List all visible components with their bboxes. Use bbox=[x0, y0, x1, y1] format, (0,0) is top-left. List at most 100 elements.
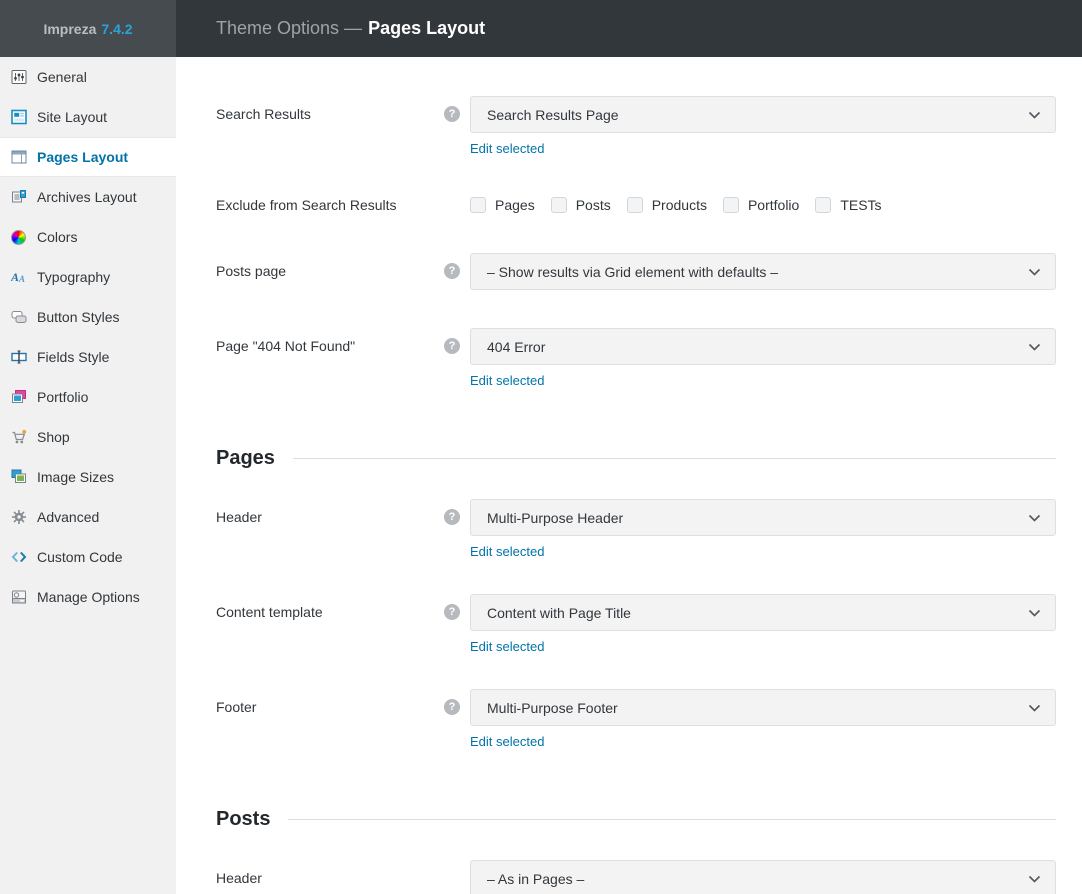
edit-selected-link[interactable]: Edit selected bbox=[470, 141, 544, 156]
exclude-tests-option: TESTs bbox=[815, 197, 882, 213]
typography-icon: AA bbox=[10, 269, 27, 286]
field-row-content-template: Content template ? Content with Page Tit… bbox=[216, 594, 1056, 656]
posts-header-select[interactable]: – As in Pages – bbox=[470, 860, 1056, 894]
exclude-pages-option: Pages bbox=[470, 197, 535, 213]
exclude-tests-checkbox[interactable] bbox=[815, 197, 832, 213]
edit-selected-link[interactable]: Edit selected bbox=[470, 639, 544, 654]
sidebar-item-label: Site Layout bbox=[37, 109, 108, 125]
search-results-select[interactable]: Search Results Page bbox=[470, 96, 1056, 133]
sidebar-item-fields-style[interactable]: Fields Style bbox=[0, 337, 176, 377]
sidebar-item-label: Portfolio bbox=[37, 389, 89, 405]
section-title: Posts bbox=[216, 808, 271, 830]
field-label: Content template bbox=[216, 604, 323, 620]
sidebar-item-manage-options[interactable]: Manage Options bbox=[0, 577, 176, 617]
exclude-pages-checkbox[interactable] bbox=[470, 197, 486, 213]
section-divider bbox=[288, 818, 1056, 820]
field-row-pages-header: Header ? Multi-Purpose Header Edit selec… bbox=[216, 499, 1056, 561]
cart-icon bbox=[10, 429, 27, 446]
sidebar-item-site-layout[interactable]: Site Layout bbox=[0, 97, 176, 137]
chevron-down-icon bbox=[1028, 875, 1041, 883]
sidebar-item-button-styles[interactable]: Button Styles bbox=[0, 297, 176, 337]
select-value: Search Results Page bbox=[487, 106, 619, 123]
checkbox-label: Products bbox=[651, 197, 707, 213]
help-icon[interactable]: ? bbox=[444, 263, 460, 279]
checkbox-label: TESTs bbox=[840, 197, 882, 213]
sidebar-item-shop[interactable]: Shop bbox=[0, 417, 176, 457]
select-value: Multi-Purpose Header bbox=[487, 509, 624, 526]
select-value: Content with Page Title bbox=[487, 604, 631, 621]
select-value: 404 Error bbox=[487, 338, 546, 355]
exclude-posts-checkbox[interactable] bbox=[550, 197, 567, 213]
sidebar-item-typography[interactable]: AA Typography bbox=[0, 257, 176, 297]
archives-layout-icon bbox=[10, 189, 27, 206]
edit-selected-link[interactable]: Edit selected bbox=[470, 544, 544, 559]
exclude-checkbox-group: Pages Posts Products Portfolio TESTs bbox=[470, 191, 1056, 219]
posts-page-select[interactable]: – Show results via Grid element with def… bbox=[470, 253, 1056, 290]
sidebar: Impreza 7.4.2 General Site Layout Pages … bbox=[0, 0, 176, 894]
sidebar-item-custom-code[interactable]: Custom Code bbox=[0, 537, 176, 577]
help-icon[interactable]: ? bbox=[444, 338, 460, 354]
sidebar-item-label: Manage Options bbox=[37, 589, 140, 605]
page-404-select[interactable]: 404 Error bbox=[470, 328, 1056, 365]
sidebar-item-pages-layout[interactable]: Pages Layout bbox=[0, 137, 176, 177]
field-row-posts-page: Posts page ? – Show results via Grid ele… bbox=[216, 253, 1056, 290]
code-icon bbox=[10, 549, 27, 566]
svg-text:A: A bbox=[11, 270, 19, 284]
sidebar-item-image-sizes[interactable]: Image Sizes bbox=[0, 457, 176, 497]
site-layout-icon bbox=[10, 109, 27, 126]
checkbox-label: Posts bbox=[575, 197, 611, 213]
checkbox-label: Portfolio bbox=[747, 197, 800, 213]
theme-options-window: Impreza 7.4.2 General Site Layout Pages … bbox=[0, 0, 1082, 894]
exclude-products-checkbox[interactable] bbox=[626, 197, 643, 213]
sidebar-item-label: Image Sizes bbox=[37, 469, 115, 485]
chevron-down-icon bbox=[1028, 111, 1041, 119]
field-label: Search Results bbox=[216, 106, 311, 122]
page-title-prefix: Theme Options — bbox=[216, 18, 363, 38]
field-label: Posts page bbox=[216, 263, 287, 279]
edit-selected-link[interactable]: Edit selected bbox=[470, 373, 544, 388]
settings-panel: Search Results ? Search Results Page Edi… bbox=[176, 57, 1082, 894]
section-title: Pages bbox=[216, 447, 275, 469]
select-value: Multi-Purpose Footer bbox=[487, 699, 618, 716]
content-template-select[interactable]: Content with Page Title bbox=[470, 594, 1056, 631]
edit-selected-link[interactable]: Edit selected bbox=[470, 734, 544, 749]
sidebar-item-archives-layout[interactable]: Archives Layout bbox=[0, 177, 176, 217]
help-icon[interactable]: ? bbox=[444, 699, 460, 715]
button-styles-icon bbox=[10, 309, 27, 326]
field-row-pages-footer: Footer ? Multi-Purpose Footer Edit selec… bbox=[216, 689, 1056, 751]
field-row-page-404: Page "404 Not Found" ? 404 Error Edit se… bbox=[216, 328, 1056, 390]
field-row-search-results: Search Results ? Search Results Page Edi… bbox=[216, 96, 1056, 158]
page-title-current: Pages Layout bbox=[368, 18, 486, 38]
sidebar-item-label: Advanced bbox=[37, 509, 100, 525]
chevron-down-icon bbox=[1028, 514, 1041, 522]
select-value: – Show results via Grid element with def… bbox=[487, 263, 779, 280]
select-value: – As in Pages – bbox=[487, 870, 585, 887]
sidebar-item-general[interactable]: General bbox=[0, 57, 176, 97]
sidebar-item-label: Shop bbox=[37, 429, 70, 445]
exclude-portfolio-checkbox[interactable] bbox=[722, 197, 739, 213]
sidebar-item-label: Colors bbox=[37, 229, 78, 245]
page-title: Theme Options — Pages Layout bbox=[216, 18, 485, 39]
field-row-exclude-search: Exclude from Search Results Pages Posts bbox=[216, 191, 1056, 219]
field-row-posts-header: Header – As in Pages – bbox=[216, 860, 1056, 894]
section-heading-pages: Pages bbox=[216, 446, 1056, 470]
pages-footer-select[interactable]: Multi-Purpose Footer bbox=[470, 689, 1056, 726]
field-label: Exclude from Search Results bbox=[216, 197, 397, 213]
sidebar-item-advanced[interactable]: Advanced bbox=[0, 497, 176, 537]
help-icon[interactable]: ? bbox=[444, 106, 460, 122]
sidebar-item-label: Archives Layout bbox=[37, 189, 137, 205]
help-icon[interactable]: ? bbox=[444, 509, 460, 525]
chevron-down-icon bbox=[1028, 609, 1041, 617]
chevron-down-icon bbox=[1028, 343, 1041, 351]
portfolio-icon bbox=[10, 389, 27, 406]
sidebar-item-portfolio[interactable]: Portfolio bbox=[0, 377, 176, 417]
pages-header-select[interactable]: Multi-Purpose Header bbox=[470, 499, 1056, 536]
help-icon[interactable]: ? bbox=[444, 604, 460, 620]
image-sizes-icon bbox=[10, 469, 27, 486]
sidebar-item-colors[interactable]: Colors bbox=[0, 217, 176, 257]
field-label: Header bbox=[216, 870, 262, 886]
sidebar-item-label: Custom Code bbox=[37, 549, 123, 565]
sidebar-item-label: General bbox=[37, 69, 87, 85]
color-wheel-icon bbox=[10, 229, 27, 246]
chevron-down-icon bbox=[1028, 268, 1041, 276]
